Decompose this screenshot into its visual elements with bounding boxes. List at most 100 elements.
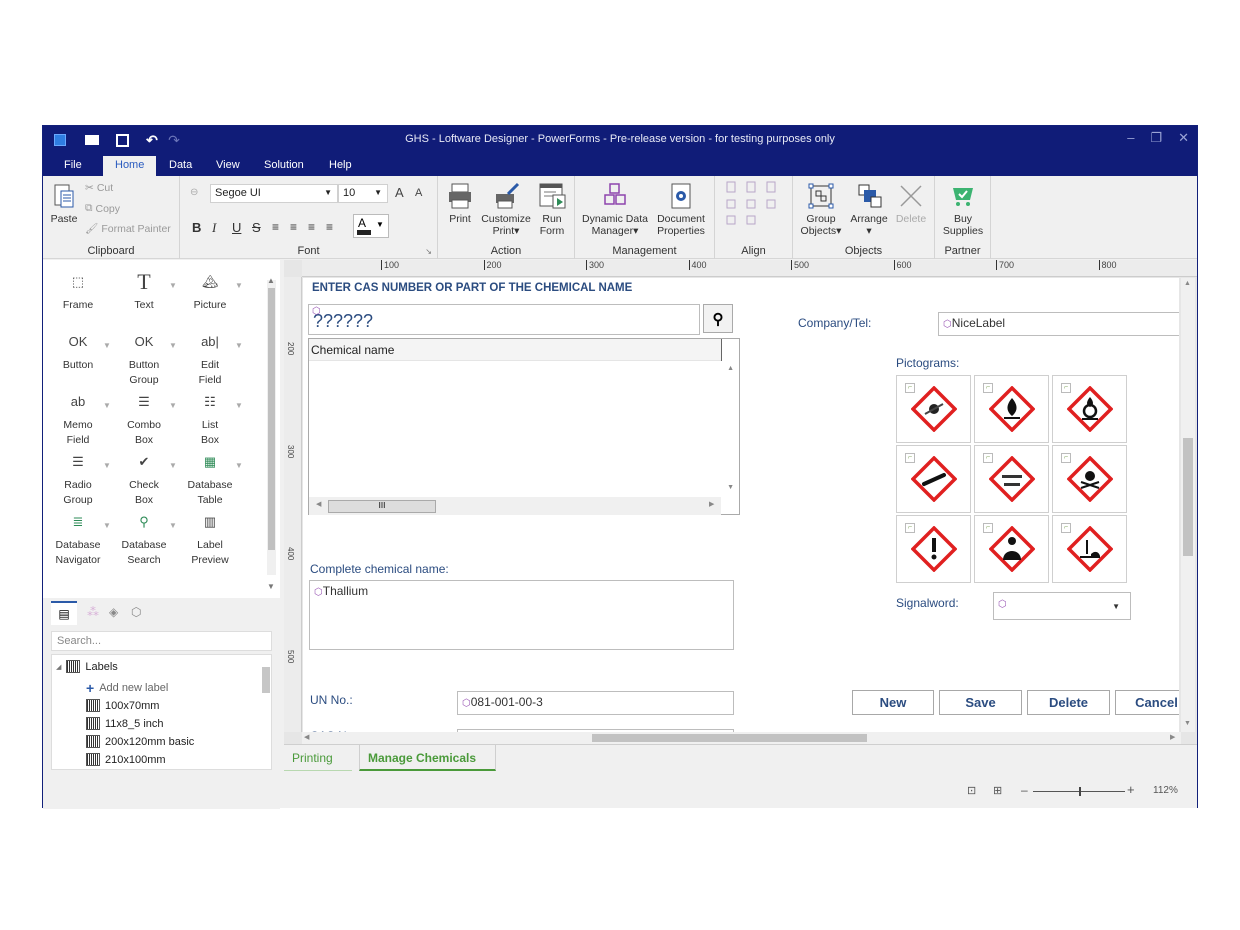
tool-database-table[interactable]: ▦ Database Table ▼ [177, 454, 243, 508]
paste-button[interactable]: Paste [48, 182, 80, 225]
table-scroll-down-icon[interactable]: ▼ [727, 484, 734, 491]
chevron-down-icon[interactable]: ▼ [169, 278, 177, 293]
dynamic-data-manager-button[interactable]: Dynamic Data Manager▾ [579, 182, 651, 237]
tool-database-search[interactable]: ⚲ Database Search ▼ [111, 514, 177, 568]
shrink-font-icon[interactable]: A [415, 187, 422, 199]
document-properties-button[interactable]: Document Properties [651, 182, 711, 237]
menu-help[interactable]: Help [329, 159, 352, 171]
pictogram-harmful[interactable]: ⌐ [896, 515, 971, 583]
cut-button[interactable]: ✂ Cut [85, 182, 113, 194]
tool-check-box[interactable]: ✔ Check Box ▼ [111, 454, 177, 508]
column-divider[interactable] [721, 339, 722, 361]
tree-item-label[interactable]: 210x100mm [86, 753, 166, 766]
tool-label-preview[interactable]: ▥ Label Preview [177, 514, 243, 568]
table-scroll-thumb[interactable]: III [328, 500, 436, 513]
cas-search-input[interactable]: ⬡?????? [308, 304, 700, 335]
new-button[interactable]: New [852, 690, 934, 715]
tool-edit-field[interactable]: ab| Edit Field ▼ [177, 334, 243, 388]
zoom-slider[interactable] [1033, 787, 1125, 796]
arrange-button[interactable]: Arrange ▾ [847, 182, 891, 237]
italic-button[interactable]: I [212, 220, 216, 236]
menu-data[interactable]: Data [169, 159, 192, 171]
restore-icon[interactable]: ❐ [1150, 130, 1162, 146]
align-center-icon[interactable]: ≡ [290, 220, 297, 234]
tool-memo-field[interactable]: ab Memo Field ▼ [45, 394, 111, 448]
chevron-down-icon[interactable]: ▼ [169, 518, 177, 533]
justify-icon[interactable]: ≡ [326, 220, 333, 234]
zoom-in-icon[interactable]: + [1127, 782, 1135, 797]
close-icon[interactable]: ✕ [1178, 130, 1189, 146]
format-painter-button[interactable]: 🖌 Format Painter [85, 222, 171, 236]
scroll-up-icon[interactable]: ▲ [267, 276, 275, 285]
zoom-slider-thumb[interactable] [1079, 787, 1081, 796]
tab-manage-chemicals[interactable]: Manage Chemicals [359, 745, 496, 771]
complete-name-field[interactable]: ⬡Thallium [309, 580, 734, 650]
fit-page-icon[interactable]: ⊡ [967, 784, 976, 797]
group-objects-button[interactable]: Group Objects▾ [797, 182, 845, 237]
object-tab-icon[interactable]: ⬡ [131, 605, 141, 619]
copy-button[interactable]: ⧉ Copy [85, 202, 120, 215]
pictogram-explosive[interactable]: ⌐ [896, 375, 971, 443]
chevron-down-icon[interactable]: ▼ [103, 398, 111, 413]
search-button[interactable]: ⚲ [703, 304, 733, 333]
tool-combo-box[interactable]: ☰ Combo Box ▼ [111, 394, 177, 448]
tool-list-box[interactable]: ☷ List Box ▼ [177, 394, 243, 448]
minimize-icon[interactable]: – [1127, 130, 1134, 146]
buy-supplies-button[interactable]: Buy Supplies [939, 182, 987, 237]
canvas-hscroll-thumb[interactable] [592, 734, 867, 742]
align-left-icon[interactable]: ≡ [272, 220, 279, 234]
run-form-button[interactable]: Run Form [534, 182, 570, 237]
chevron-down-icon[interactable]: ▼ [235, 278, 243, 293]
grow-font-icon[interactable]: A [395, 185, 404, 200]
chevron-down-icon[interactable]: ▼ [169, 398, 177, 413]
delete-button[interactable]: Delete [1027, 690, 1110, 715]
strikethrough-button[interactable]: S [252, 220, 261, 235]
fit-objects-icon[interactable]: ⊞ [993, 784, 1002, 797]
table-horizontal-scrollbar[interactable]: ◀ III ▶ [309, 497, 721, 515]
chevron-down-icon[interactable]: ▼ [235, 398, 243, 413]
table-scroll-up-icon[interactable]: ▲ [727, 365, 734, 372]
chevron-down-icon[interactable]: ▼ [235, 458, 243, 473]
pictogram-health-hazard[interactable]: ⌐ [974, 515, 1049, 583]
font-family-select[interactable]: Segoe UI ▼ [210, 184, 338, 203]
tool-picture[interactable]: 🏔 Picture ▼ [177, 274, 243, 313]
pictogram-environmental[interactable]: ⌐ [1052, 515, 1127, 583]
tool-text[interactable]: T Text ▼ [111, 271, 177, 313]
menu-view[interactable]: View [216, 159, 240, 171]
print-button[interactable]: Print [442, 182, 478, 225]
delete-ribbon-button[interactable]: Delete [891, 182, 931, 225]
signalword-select[interactable]: ⬡ ▼ [993, 592, 1131, 620]
zoom-out-icon[interactable]: – [1021, 783, 1028, 797]
pictogram-toxic[interactable]: ⌐ [1052, 445, 1127, 513]
customize-print-button[interactable]: Customize Print▾ [478, 182, 534, 237]
align-right-icon[interactable]: ≡ [308, 220, 315, 234]
tab-printing[interactable]: Printing [284, 745, 352, 771]
tree-item-label[interactable]: 100x70mm [86, 699, 159, 712]
tree-item-label[interactable]: 200x120mm basic [86, 735, 194, 748]
chevron-down-icon[interactable]: ▼ [169, 458, 177, 473]
underline-button[interactable]: U [232, 220, 241, 235]
un-no-field[interactable]: ⬡081-001-00-3 [457, 691, 734, 715]
align-icons[interactable] [725, 180, 785, 232]
chevron-down-icon[interactable]: ▼ [103, 338, 111, 353]
save-button[interactable]: Save [939, 690, 1022, 715]
bold-button[interactable]: B [192, 220, 201, 235]
scroll-down-icon[interactable]: ▼ [267, 582, 275, 591]
tool-radio-group[interactable]: ☰ Radio Group ▼ [45, 454, 111, 508]
toolbox-scrollbar-thumb[interactable] [268, 288, 275, 550]
table-header-chemical-name[interactable]: Chemical name [309, 339, 721, 361]
layers-tab-icon[interactable]: ◈ [109, 605, 118, 619]
tool-frame[interactable]: ⬚ Frame [45, 274, 111, 313]
toolbox-scrollbar[interactable] [267, 280, 276, 575]
chevron-down-icon[interactable]: ▼ [103, 518, 111, 533]
properties-tab-icon[interactable]: ▤ [51, 601, 77, 625]
menu-file[interactable]: File [64, 159, 82, 171]
pictogram-corrosive[interactable]: ⌐ [974, 445, 1049, 513]
menu-home[interactable]: Home [103, 156, 157, 176]
tree-root-labels[interactable]: ◢ Labels [56, 660, 118, 673]
tool-button-group[interactable]: OK Button Group ▼ [111, 334, 177, 388]
font-size-select[interactable]: 10 ▼ [338, 184, 388, 203]
tool-database-navigator[interactable]: ≣ Database Navigator ▼ [45, 514, 111, 568]
tool-button[interactable]: OK Button ▼ [45, 334, 111, 373]
menu-solution[interactable]: Solution [264, 159, 304, 171]
